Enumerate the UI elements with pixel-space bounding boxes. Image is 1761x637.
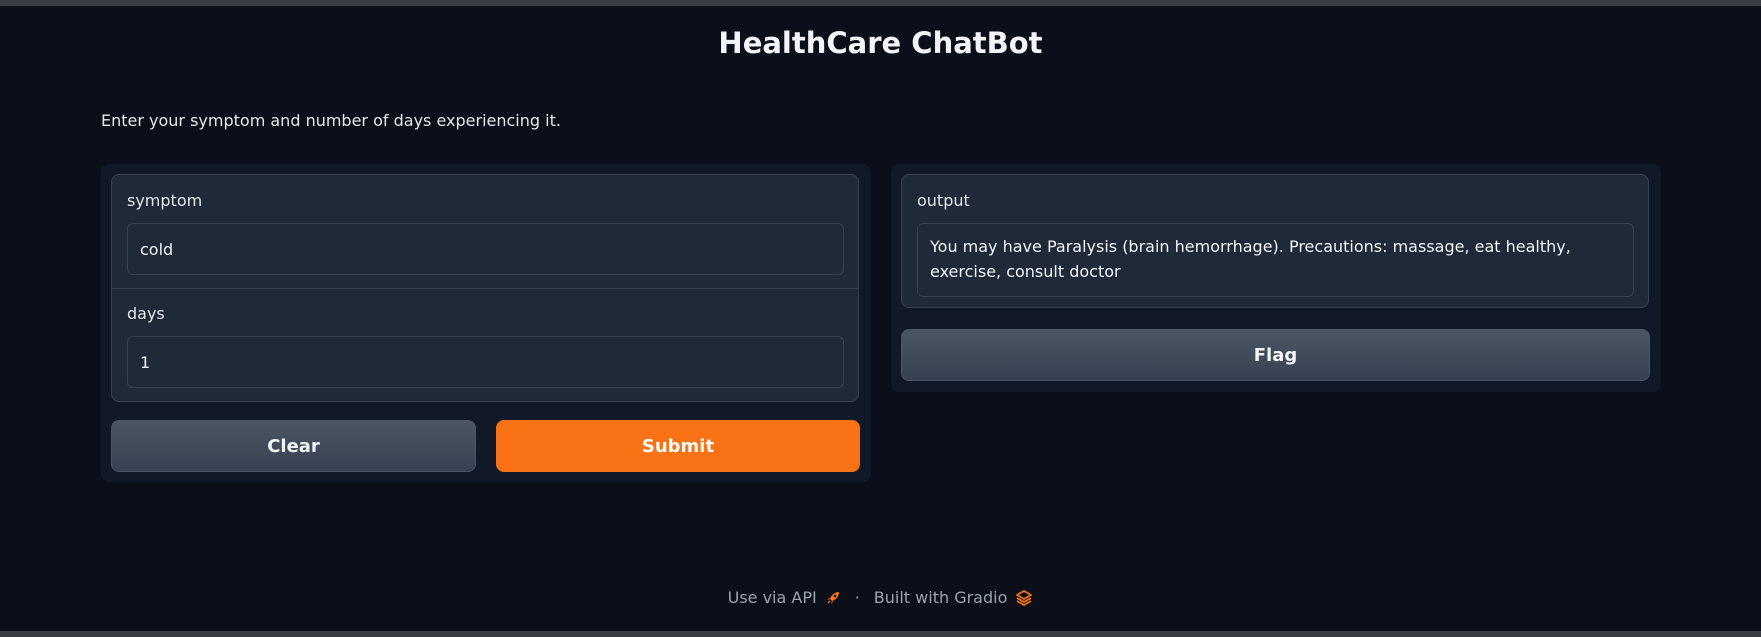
symptom-label: symptom bbox=[127, 191, 203, 210]
top-edge-bar bbox=[0, 0, 1761, 6]
page-title: HealthCare ChatBot bbox=[718, 26, 1043, 60]
bottom-edge-bar bbox=[0, 631, 1761, 637]
input-panel: symptom cold days 1 Clear Submit bbox=[101, 164, 871, 482]
page-description: Enter your symptom and number of days ex… bbox=[101, 111, 561, 130]
field-divider bbox=[112, 288, 858, 289]
use-via-api-link[interactable]: Use via API bbox=[728, 588, 817, 607]
days-input[interactable]: 1 bbox=[127, 336, 844, 388]
symptom-input[interactable]: cold bbox=[127, 223, 844, 275]
input-form: symptom cold days 1 bbox=[111, 174, 859, 402]
output-panel: output You may have Paralysis (brain hem… bbox=[891, 164, 1661, 392]
submit-button[interactable]: Submit bbox=[496, 420, 860, 472]
days-label: days bbox=[127, 304, 165, 323]
clear-button[interactable]: Clear bbox=[111, 420, 476, 472]
output-label: output bbox=[917, 191, 970, 210]
built-with-gradio-link[interactable]: Built with Gradio bbox=[874, 588, 1008, 607]
flag-button[interactable]: Flag bbox=[901, 329, 1650, 381]
footer: Use via API · Built with Gradio bbox=[0, 588, 1761, 607]
gradio-logo-icon bbox=[1015, 589, 1033, 607]
output-block: output You may have Paralysis (brain hem… bbox=[901, 174, 1649, 308]
rocket-icon bbox=[825, 590, 841, 606]
output-textbox[interactable]: You may have Paralysis (brain hemorrhage… bbox=[917, 223, 1634, 297]
footer-separator: · bbox=[854, 588, 860, 607]
